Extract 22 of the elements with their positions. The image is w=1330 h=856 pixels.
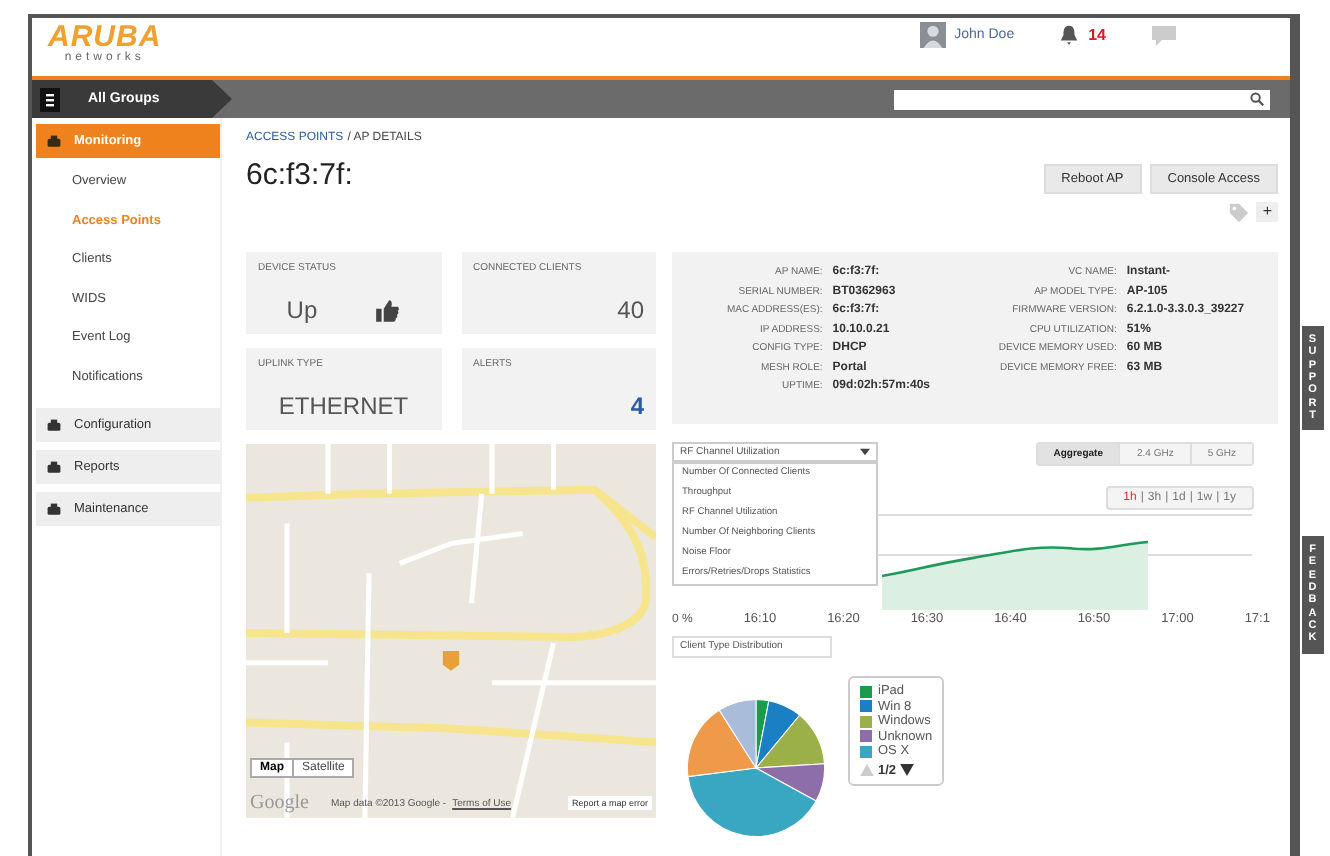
map-provider-logo: Google xyxy=(250,792,309,814)
tile-value: ETHERNET xyxy=(278,392,409,420)
tile-value: Up xyxy=(286,296,318,324)
add-tag-button[interactable]: + xyxy=(1256,202,1278,222)
tile-value: 40 xyxy=(617,296,644,324)
user-avatar-icon[interactable] xyxy=(920,22,947,48)
page-title: 6c:f3:7f: xyxy=(246,158,353,192)
next-page-icon[interactable] xyxy=(900,764,915,776)
caret-icon xyxy=(860,448,870,456)
pie-chart-drawing xyxy=(684,696,828,840)
search-field[interactable] xyxy=(894,89,1270,109)
section-icon xyxy=(46,133,62,149)
alert-count: 14 xyxy=(1088,26,1106,44)
thumbs-up-icon xyxy=(374,297,401,323)
search-icon[interactable] xyxy=(1250,92,1264,106)
section-icon xyxy=(46,459,62,475)
section-icon xyxy=(46,417,62,433)
brand-logo: ARUBA xyxy=(48,22,162,52)
tile-value: 4 xyxy=(630,392,644,420)
bell-icon[interactable] xyxy=(1058,24,1081,46)
section-icon xyxy=(46,501,62,517)
menu-icon[interactable] xyxy=(40,87,60,111)
